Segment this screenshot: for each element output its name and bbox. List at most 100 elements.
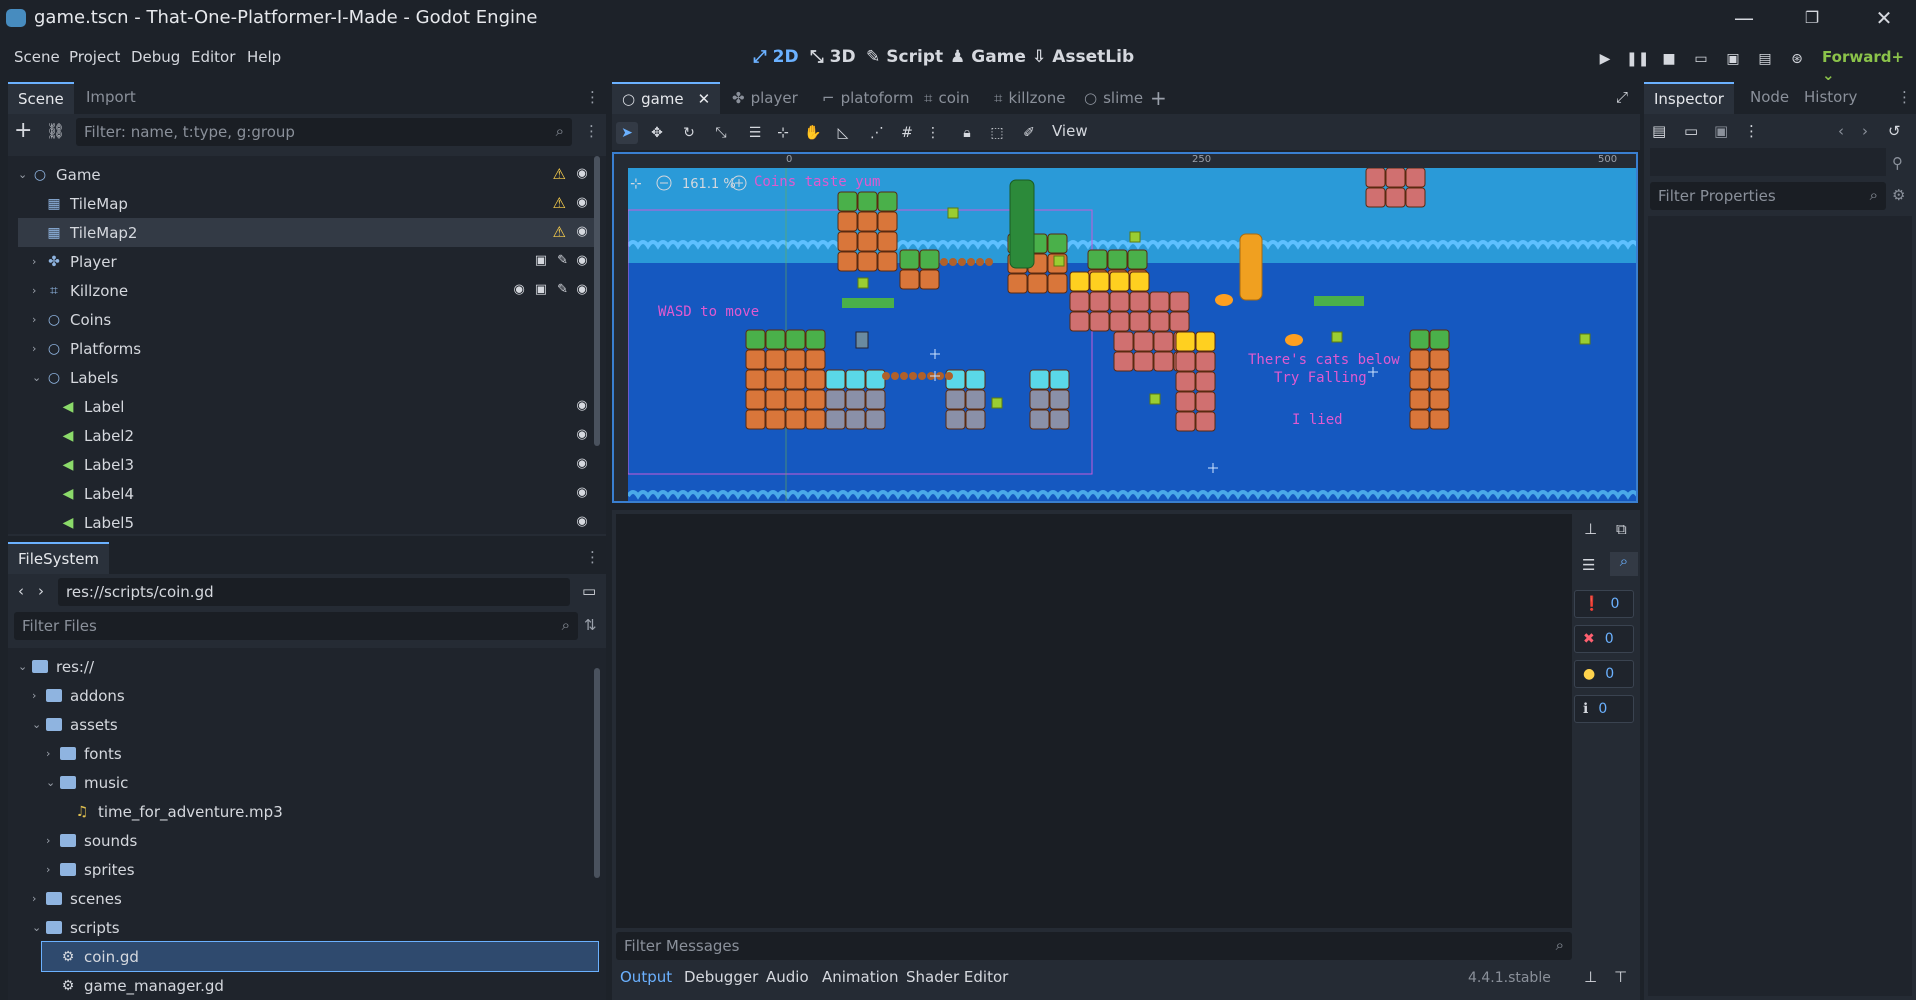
distraction-free-icon[interactable]: ⤢ [1616, 88, 1628, 106]
chevron-right-icon[interactable]: › [32, 342, 46, 355]
canvas-viewport[interactable]: ⊹ 161.1 % Coins taste yum WASD to move T… [612, 152, 1638, 503]
fs-item-game-manager-gd[interactable]: ⚙ game_manager.gd [18, 971, 598, 1000]
close-button[interactable]: ✕ [1864, 4, 1904, 32]
toggle-split-icon[interactable]: ▭ [582, 582, 596, 600]
tab-debugger[interactable]: Debugger [684, 968, 758, 986]
signal-icon[interactable]: ◉ [513, 282, 524, 297]
tab-inspector[interactable]: Inspector [1644, 82, 1734, 114]
visibility-eye-icon[interactable]: ◉ [574, 166, 590, 182]
pin-icon[interactable]: ⊥ [1584, 968, 1597, 986]
clear-output-icon[interactable]: ⊥ [1584, 520, 1597, 538]
visibility-eye-icon[interactable]: ◉ [574, 514, 590, 530]
back-icon[interactable]: ‹ [18, 582, 24, 600]
scale-tool-icon[interactable]: ⤡ [710, 122, 732, 144]
forward-icon[interactable]: › [38, 582, 44, 600]
skeleton-icon[interactable]: ✐ [1018, 122, 1040, 144]
tab-player[interactable]: ✤ player [722, 82, 808, 114]
scene-node-label4[interactable]: ◀ Label4 ◉ [18, 479, 598, 508]
fs-item-time-for-adventure-mp3[interactable]: ♫ time_for_adventure.mp3 [18, 797, 598, 826]
visibility-eye-icon[interactable]: ◉ [574, 253, 590, 269]
minimize-button[interactable]: — [1724, 4, 1764, 32]
workspace-2d-button[interactable]: ⤢ 2D [753, 47, 799, 67]
center-view-icon[interactable]: ⊹ [630, 176, 642, 192]
scene-node-killzone[interactable]: › ⌗ Killzone ◉ ▣ ✎ ◉ [18, 276, 598, 305]
tab-node[interactable]: Node [1740, 82, 1799, 114]
lock-icon[interactable]: 🔒︎ [956, 122, 978, 144]
chevron-right-icon[interactable]: › [32, 313, 46, 326]
menu-debug[interactable]: Debug [131, 48, 180, 66]
dock-menu-icon[interactable]: ⋮ [585, 548, 600, 566]
fs-item-res-[interactable]: ⌄ res:// [18, 652, 598, 681]
chevron-right-icon[interactable]: › [32, 255, 46, 268]
editor-message-counter[interactable]: ℹ0 [1574, 695, 1634, 723]
select-tool-icon[interactable]: ➤ [616, 122, 638, 144]
chevron-right-icon[interactable]: › [46, 863, 60, 876]
workspace-game-button[interactable]: ♟ Game [950, 47, 1026, 67]
sort-icon[interactable]: ⇅ [584, 616, 597, 634]
visibility-eye-icon[interactable]: ◉ [574, 195, 590, 211]
search-toggle-icon[interactable]: ⌕ [1610, 552, 1638, 576]
maximize-button[interactable]: ❐ [1792, 4, 1832, 32]
zoom-level[interactable]: 161.1 % [682, 177, 736, 192]
tab-slime[interactable]: ○ slime [1074, 82, 1153, 114]
tab-coin[interactable]: ⌗ coin [914, 82, 980, 114]
tab-animation[interactable]: Animation [822, 968, 898, 986]
tab-scene[interactable]: Scene [8, 82, 74, 114]
chevron-down-icon[interactable]: ⌄ [32, 371, 46, 384]
move-tool-icon[interactable]: ✥ [646, 122, 668, 144]
scene-node-label5[interactable]: ◀ Label5 ◉ [18, 508, 598, 537]
chevron-down-icon[interactable]: ⌄ [18, 660, 32, 673]
script-icon[interactable]: ✎ [557, 282, 568, 297]
menu-scene[interactable]: Scene [14, 48, 60, 66]
dock-menu-icon[interactable]: ⋮ [585, 88, 600, 106]
tab-killzone[interactable]: ⌗ killzone [984, 82, 1075, 114]
fs-item-coin-gd[interactable]: ⚙ coin.gd [41, 941, 599, 972]
output-log[interactable] [616, 514, 1572, 928]
scene-node-tilemap2[interactable]: ▦ TileMap2 ⚠ ◉ [18, 218, 598, 247]
tab-filesystem[interactable]: FileSystem [8, 542, 110, 574]
save-resource-icon[interactable]: ▣ [1714, 122, 1728, 140]
tab-import[interactable]: Import [76, 82, 146, 114]
copy-output-icon[interactable]: ⧉ [1616, 520, 1627, 538]
scene-node-player[interactable]: › ✤ Player ▣ ✎ ◉ [18, 247, 598, 276]
menu-project[interactable]: Project [69, 48, 120, 66]
tab-output[interactable]: Output [620, 968, 672, 986]
visibility-eye-icon[interactable]: ◉ [574, 282, 590, 298]
chevron-right-icon[interactable]: › [32, 892, 46, 905]
warning-icon[interactable]: ⚠ [553, 194, 566, 212]
chevron-right-icon[interactable]: › [46, 747, 60, 760]
smart-snap-icon[interactable]: ⋰ [866, 122, 888, 144]
rotate-tool-icon[interactable]: ↻ [678, 122, 700, 144]
fs-item-scenes[interactable]: › scenes [18, 884, 598, 913]
chevron-down-icon[interactable]: ⌄ [32, 921, 46, 934]
ruler-tool-icon[interactable]: ◺ [832, 122, 854, 144]
pan-tool-icon[interactable]: ✋ [802, 122, 824, 144]
chevron-right-icon[interactable]: › [46, 834, 60, 847]
menu-editor[interactable]: Editor [191, 48, 235, 66]
ruler-top[interactable]: 0 250 500 [614, 154, 1636, 168]
warning-icon[interactable]: ⚠ [553, 223, 566, 241]
scene-node-label3[interactable]: ◀ Label3 ◉ [18, 450, 598, 479]
collapse-icon[interactable]: ☰ [1582, 556, 1595, 574]
close-tab-icon[interactable]: ✕ [698, 90, 711, 108]
play-scene-icon[interactable]: ▣ [1722, 48, 1744, 70]
pause-icon[interactable]: ❚❚ [1626, 48, 1649, 70]
scene-node-labels[interactable]: ⌄ ○ Labels [18, 363, 598, 392]
grid-snap-icon[interactable]: # [896, 122, 918, 144]
tab-audio[interactable]: Audio [766, 968, 809, 986]
visibility-eye-icon[interactable]: ◉ [574, 224, 590, 240]
open-resource-icon[interactable]: ▭ [1684, 122, 1698, 140]
chevron-down-icon[interactable]: ⌄ [46, 776, 60, 789]
group-icon[interactable]: ⬚ [986, 122, 1008, 144]
visibility-eye-icon[interactable]: ◉ [574, 427, 590, 443]
scene-icon[interactable]: ▣ [535, 282, 547, 297]
visibility-eye-icon[interactable]: ◉ [574, 398, 590, 414]
menu-help[interactable]: Help [247, 48, 281, 66]
scene-node-coins[interactable]: › ○ Coins [18, 305, 598, 334]
snap-options-icon[interactable]: ⋮ [922, 122, 944, 144]
play-icon[interactable]: ▶ [1594, 48, 1616, 70]
scene-tree-scrollbar[interactable] [594, 156, 600, 446]
pivot-tool-icon[interactable]: ⊹ [772, 122, 794, 144]
script-icon[interactable]: ✎ [557, 253, 568, 268]
history-icon[interactable]: ↺ [1888, 122, 1901, 140]
